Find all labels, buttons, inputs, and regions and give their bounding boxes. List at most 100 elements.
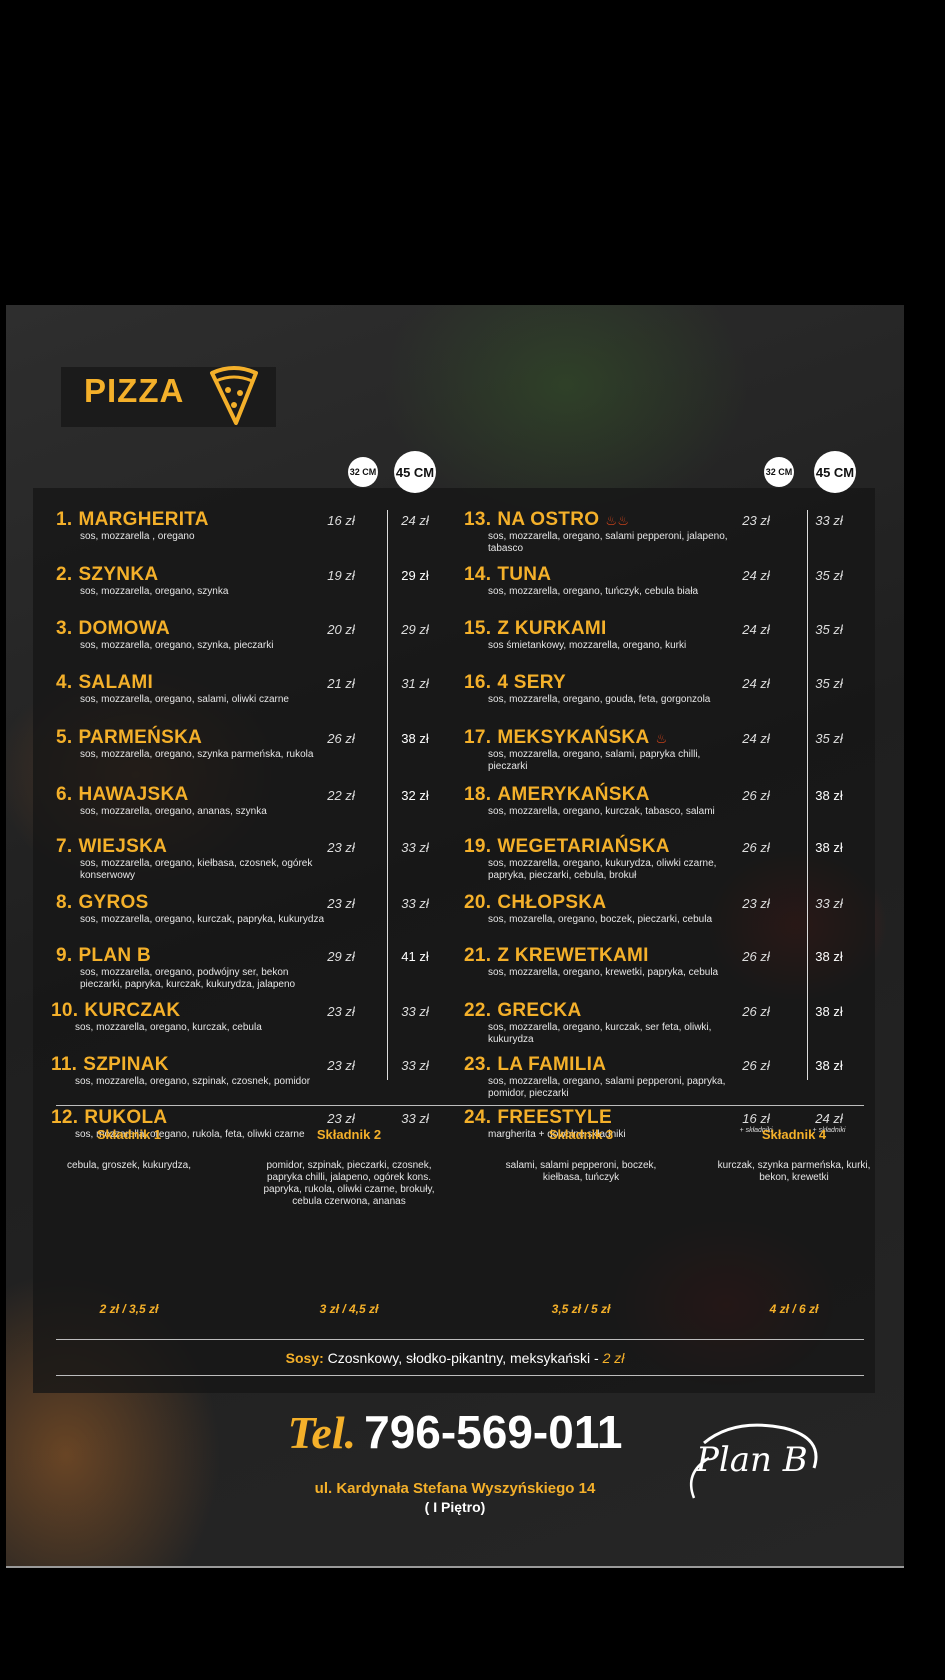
price-45: 33 zł: [815, 513, 843, 528]
pizza-name: 4. SALAMI: [56, 672, 330, 694]
price-32: 22 zł: [327, 788, 355, 803]
pizza-title: PLAN B: [78, 945, 151, 966]
pizza-description: sos, mozzarella, oregano, ananas, szynka: [80, 806, 267, 817]
pizza-number: 4.: [56, 672, 73, 693]
pizza-item: 18. AMERYKAŃSKA sos, mozzarella, oregano, …: [464, 784, 733, 818]
ingredient-group-list: kurczak, szynka parmeńska, kurki, bekon,…: [717, 1160, 871, 1183]
size-45-badge-right: 45 CM: [814, 451, 856, 493]
ingredient-group-price: 4 zł / 6 zł: [769, 1302, 819, 1316]
price-45: 38 zł: [401, 731, 429, 746]
pizza-number: 7.: [56, 836, 73, 857]
pizza-description: sos, mozzarella, oregano, szynka: [80, 586, 229, 597]
pizza-description: sos, mozzarella, oregano, podwójny ser, …: [80, 967, 296, 990]
pizza-description: sos, mozzarella, oregano, kiełbasa, czos…: [80, 858, 313, 881]
pizza-title: GRECKA: [497, 1000, 582, 1021]
pizza-name: 20. CHŁOPSKA: [464, 892, 733, 914]
pizza-description: sos, mozzarella, oregano, szynka parmeńs…: [80, 749, 314, 760]
price-45: 33 zł: [401, 840, 429, 855]
pizza-title: KURCZAK: [84, 1000, 181, 1021]
pizza-number: 15.: [464, 618, 492, 639]
price-45: 33 zł: [401, 1111, 429, 1126]
pizza-description: sos, mozzarella, oregano, kurczak, tabas…: [488, 806, 715, 817]
phone-number[interactable]: 796-569-011: [364, 1406, 622, 1458]
pizza-name: 2. SZYNKA: [56, 564, 330, 586]
pizza-item: 11. SZPINAK sos, mozzarella, oregano, szpi…: [51, 1054, 325, 1088]
pizza-name: 18. AMERYKAŃSKA: [464, 784, 733, 806]
price-32: 23 zł: [327, 1111, 355, 1126]
pizza-number: 2.: [56, 564, 73, 585]
price-45: 32 zł: [401, 788, 429, 803]
size-45-badge-left: 45 CM: [394, 451, 436, 493]
menu-title: PIZZA: [84, 372, 185, 409]
pizza-description: sos, mozzarella, oregano, kurczak, ser f…: [488, 1022, 712, 1045]
pizza-title: HAWAJSKA: [78, 784, 189, 805]
pizza-number: 1.: [56, 509, 73, 530]
pizza-name: 13. NA OSTRO ♨♨: [464, 509, 733, 531]
price-45: 38 zł: [815, 1004, 843, 1019]
pizza-number: 19.: [464, 836, 492, 857]
pizza-description: sos, mozzarella, oregano, salami peppero…: [488, 1076, 726, 1099]
price-32: 23 zł: [742, 513, 770, 528]
pizza-title: AMERYKAŃSKA: [497, 784, 650, 805]
pizza-description: sos, mozzarella, oregano, salami, papryk…: [488, 749, 701, 772]
pizza-name: 15. Z KURKAMI: [464, 618, 733, 640]
price-32: 19 zł: [327, 568, 355, 583]
price-32: 26 zł: [742, 1058, 770, 1073]
pizza-description: sos, mozzarella, oregano, kurczak, cebul…: [75, 1022, 262, 1033]
pizza-name: 11. SZPINAK: [51, 1054, 325, 1076]
pizza-title: CHŁOPSKA: [497, 892, 607, 913]
pizza-description: sos śmietankowy, mozzarella, oregano, ku…: [488, 640, 687, 651]
divider-3: [56, 1375, 864, 1376]
price-32: 23 zł: [327, 1004, 355, 1019]
sauces-price: 2 zł: [602, 1350, 625, 1366]
chili-pepper-icon: ♨: [655, 731, 668, 746]
price-32: 29 zł: [327, 949, 355, 964]
price-45: 33 zł: [401, 896, 429, 911]
pizza-description: sos, mozzarella, oregano, krewetki, papr…: [488, 967, 719, 978]
pizza-name: 14. TUNA: [464, 564, 733, 586]
sauces-label: Sosy:: [285, 1350, 324, 1366]
price-32: 16 zł: [742, 1111, 770, 1126]
price-32: 24 zł: [742, 676, 770, 691]
pizza-number: 9.: [56, 945, 73, 966]
pizza-description: sos, mozzarella, oregano, kukurydza, oli…: [488, 858, 717, 881]
ingredient-group-price: 3,5 zł / 5 zł: [551, 1302, 611, 1316]
pizza-name: 22. GRECKA: [464, 1000, 733, 1022]
menu-poster: PIZZA 32 CM 45 CM 32 CM 45 CM 1. MARGHERI…: [6, 305, 904, 1568]
pizza-number: 10.: [51, 1000, 79, 1021]
pizza-name: 3. DOMOWA: [56, 618, 330, 640]
pizza-item: 3. DOMOWA sos, mozzarella, oregano, szynka…: [56, 618, 330, 652]
pizza-number: 6.: [56, 784, 73, 805]
pizza-item: 17. MEKSYKAŃSKA ♨ sos, mozzarella, oregano,…: [464, 727, 733, 773]
pizza-item: 16. 4 SERY sos, mozzarella, oregano, gouda…: [464, 672, 733, 706]
price-32: 24 zł: [742, 622, 770, 637]
pizza-title: FREESTYLE: [497, 1107, 612, 1128]
pizza-title: NA OSTRO: [497, 509, 600, 530]
price-45: 38 zł: [815, 840, 843, 855]
pizza-item: 10. KURCZAK sos, mozzarella, oregano, kurc…: [51, 1000, 325, 1034]
pizza-item: 23. LA FAMILIA sos, mozzarella, oregano, s…: [464, 1054, 733, 1100]
pizza-name: 23. LA FAMILIA: [464, 1054, 733, 1076]
price-45: 38 zł: [815, 788, 843, 803]
price-32: 23 zł: [327, 1058, 355, 1073]
pizza-name: 10. KURCZAK: [51, 1000, 325, 1022]
pizza-item: 13. NA OSTRO ♨♨ sos, mozzarella, oregano, s…: [464, 509, 733, 555]
bottom-line: [6, 1566, 904, 1568]
pizza-title: PARMEŃSKA: [78, 727, 203, 748]
pizza-title: Z KURKAMI: [497, 618, 607, 639]
ingredient-group-title: Składnik 1: [96, 1127, 162, 1142]
pizza-item: 19. WEGETARIAŃSKA sos, mozzarella, oregano…: [464, 836, 733, 882]
divider-2: [56, 1339, 864, 1340]
pizza-description: sos, mozzarella, oregano, tuńczyk, cebul…: [488, 586, 699, 597]
pizza-description: sos, mozzarella, oregano, salami, oliwki…: [80, 694, 289, 705]
ingredient-group-title: Składnik 2: [316, 1127, 382, 1142]
pizza-item: 8. GYROS sos, mozzarella, oregano, kurczak…: [56, 892, 330, 926]
pizza-name: 16. 4 SERY: [464, 672, 733, 694]
sauces-line: Sosy: Czosnkowy, słodko-pikantny, meksyk…: [6, 1350, 904, 1366]
pizza-name: 1. MARGHERITA: [56, 509, 330, 531]
tel-label: Tel.: [287, 1407, 357, 1458]
price-45: 35 zł: [815, 731, 843, 746]
pizza-title: MARGHERITA: [78, 509, 209, 530]
price-45: 31 zł: [401, 676, 429, 691]
pizza-description: sos, mozzarella , oregano: [80, 531, 195, 542]
